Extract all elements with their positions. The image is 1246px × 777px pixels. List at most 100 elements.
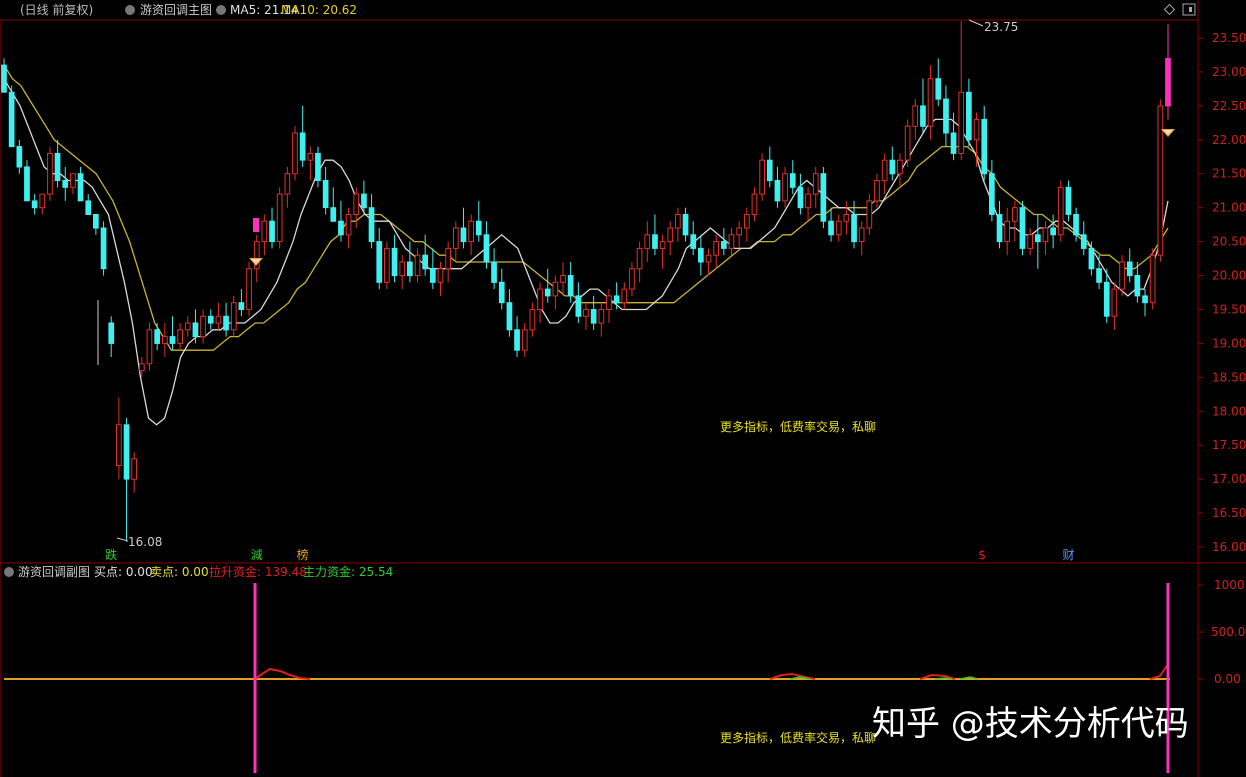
price-tick-label: 23.50 [1212, 31, 1246, 45]
price-tick-label: 22.50 [1212, 99, 1246, 113]
candle-body [575, 295, 582, 317]
candle-body [1004, 220, 1010, 243]
chart-background [0, 0, 1246, 777]
candle-body [169, 336, 176, 344]
candle-body [981, 118, 988, 175]
candle-body [950, 132, 957, 154]
watermark: 知乎 @技术分析代码 [872, 704, 1189, 744]
candle-body [238, 302, 245, 311]
candle-body [1149, 254, 1156, 304]
candle-body [391, 247, 398, 276]
stock-chart: (日线 前复权) 游资回调主图 MA5: 21.14 MA10: 20.62 1… [0, 0, 1246, 777]
candle-body [93, 214, 99, 229]
candle-body [368, 207, 375, 243]
candle-body [820, 173, 827, 222]
signal-marker: 跌 [105, 547, 117, 562]
candle-body [728, 234, 735, 249]
candle-body [453, 227, 459, 249]
candle-body [644, 234, 651, 249]
candle [146, 323, 153, 371]
window-icon-inner [1189, 7, 1192, 12]
promo-text-sub: 更多指标，低费率交易，私聊 [720, 730, 876, 745]
candle [1057, 180, 1064, 242]
price-tick-label: 17.00 [1212, 472, 1246, 486]
candle-body [123, 424, 130, 480]
candle-body [162, 336, 168, 344]
candle-body [1027, 234, 1034, 249]
magenta-bar-left [253, 218, 259, 232]
candle-body [1035, 234, 1041, 243]
candle-body [299, 132, 306, 161]
candle-body [307, 152, 314, 161]
candle-body [621, 288, 628, 304]
signal-marker: 減 [251, 547, 263, 562]
candle-body [246, 268, 252, 310]
sub-dropdown-icon[interactable] [4, 567, 14, 577]
candle-body [866, 200, 873, 229]
candle-body [1096, 268, 1102, 283]
candle-body [261, 220, 268, 243]
candle-body [966, 91, 972, 141]
candle-body [927, 78, 934, 127]
price-tick-label: 20.00 [1212, 269, 1246, 283]
candle-body [858, 227, 865, 243]
candle-body [690, 234, 697, 249]
candle-body [812, 173, 819, 195]
candle-body [805, 193, 811, 209]
candle [100, 221, 107, 276]
candle-body [851, 214, 857, 243]
candle-body [445, 247, 451, 270]
candle-body [353, 193, 360, 216]
candle-body [184, 322, 191, 331]
candle [246, 261, 252, 317]
candle-body [1050, 227, 1057, 236]
candle-body [215, 315, 222, 324]
candle [47, 146, 53, 201]
candle-body [920, 105, 926, 127]
low-price-label: 16.08 [128, 535, 162, 549]
price-tick-label: 19.50 [1212, 302, 1246, 316]
candle-body [460, 227, 467, 243]
candle-body [1057, 186, 1064, 236]
candle-body [276, 193, 283, 243]
rise-fund-readout: 拉升资金: 139.48 [209, 564, 307, 579]
buy-readout: 买点: 0.00 [94, 565, 153, 579]
price-tick-label: 22.00 [1212, 133, 1246, 147]
candle [384, 241, 390, 290]
candle-body [935, 78, 942, 100]
candle [1157, 99, 1164, 262]
header-dropdown-icon[interactable] [125, 5, 135, 15]
indicator-title[interactable]: 游资回调主图 [140, 3, 212, 17]
sub-indicator-title[interactable]: 游资回调副图 [18, 565, 90, 579]
candle-body [789, 173, 796, 188]
candle-body [598, 309, 605, 324]
signal-marker: 榜 [297, 547, 309, 562]
candle-body [292, 132, 298, 175]
candle-body [31, 200, 38, 209]
candle-body [529, 309, 536, 331]
price-tick-label: 21.50 [1212, 167, 1246, 181]
candle-body [284, 173, 291, 195]
candle-body [682, 214, 689, 236]
price-tick-label: 19.00 [1212, 336, 1246, 350]
candle-body [721, 241, 727, 249]
candle-body [207, 315, 214, 324]
candle-body [131, 458, 138, 480]
candle-body [590, 309, 597, 324]
candle-body [146, 329, 153, 365]
candle-body [759, 159, 765, 195]
ma-dropdown-icon[interactable] [216, 5, 226, 15]
candle-body [200, 315, 206, 338]
candle-body [1080, 234, 1087, 249]
candle [904, 119, 911, 167]
candle-body [345, 214, 352, 236]
candle [8, 85, 15, 148]
candle-body [70, 173, 76, 188]
candle-body [904, 125, 911, 161]
candle-body [437, 268, 444, 283]
candle-body [108, 322, 115, 344]
ma10-readout: MA10: 20.62 [281, 3, 357, 17]
candle-body [751, 193, 758, 216]
candle-body [430, 268, 436, 283]
candle-body [736, 227, 742, 236]
